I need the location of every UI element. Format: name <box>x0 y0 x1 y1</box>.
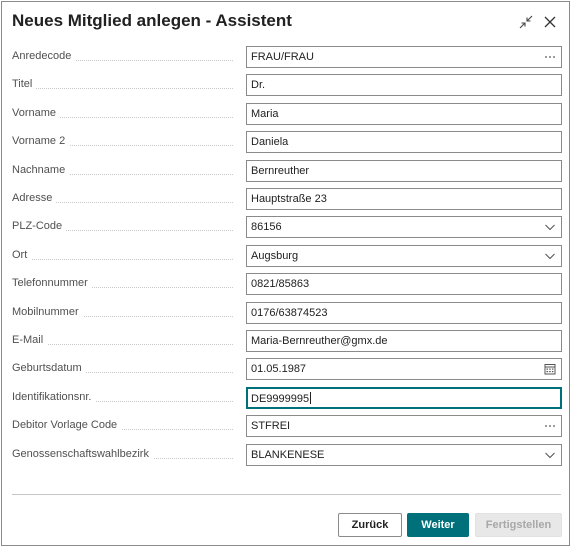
field-input-identnr[interactable]: DE9999995 <box>246 387 562 409</box>
field-value: DE9999995 <box>251 393 310 405</box>
field-input-debitor[interactable]: STFREI <box>246 415 562 437</box>
field-label-mobil: Mobilnummer <box>12 306 237 322</box>
wizard-dialog: Neues Mitglied anlegen - Assistent Anred… <box>1 1 570 546</box>
form-row-vorname2: Vorname 2 Daniela <box>2 131 571 154</box>
field-label-telefon: Telefonnummer <box>12 277 237 293</box>
field-value: 0821/85863 <box>251 278 310 290</box>
field-input-nachname[interactable]: Bernreuther <box>246 160 562 182</box>
field-label-titel: Titel <box>12 78 237 94</box>
form-row-bezirk: Genossenschaftswahlbezirk BLANKENESE <box>2 444 571 467</box>
field-input-titel[interactable]: Dr. <box>246 74 562 96</box>
field-label-debitor: Debitor Vorlage Code <box>12 419 237 435</box>
field-label-text: Vorname 2 <box>12 135 70 147</box>
chevron-down-icon[interactable] <box>544 250 556 262</box>
field-input-email[interactable]: Maria-Bernreuther@gmx.de <box>246 330 562 352</box>
field-label-text: Geburtsdatum <box>12 362 86 374</box>
field-value: 86156 <box>251 221 282 233</box>
form-row-identnr: Identifikationsnr. DE9999995 <box>2 387 571 410</box>
field-label-nachname: Nachname <box>12 164 237 180</box>
form-row-titel: Titel Dr. <box>2 74 571 97</box>
field-value: 0176/63874523 <box>251 307 328 319</box>
form-row-nachname: Nachname Bernreuther <box>2 160 571 183</box>
field-label-plz: PLZ-Code <box>12 220 237 236</box>
field-label-text: Titel <box>12 78 37 90</box>
field-input-vorname2[interactable]: Daniela <box>246 131 562 153</box>
next-button[interactable]: Weiter <box>407 513 469 537</box>
field-value: 01.05.1987 <box>251 363 307 375</box>
field-label-identnr: Identifikationsnr. <box>12 391 237 407</box>
field-label-text: Adresse <box>12 192 57 204</box>
more-options-icon[interactable] <box>544 51 556 63</box>
field-label-ort: Ort <box>12 249 237 265</box>
calendar-icon[interactable] <box>544 363 556 375</box>
field-input-vorname[interactable]: Maria <box>246 103 562 125</box>
form-row-mobil: Mobilnummer 0176/63874523 <box>2 302 571 325</box>
field-input-anredecode[interactable]: FRAU/FRAU <box>246 46 562 68</box>
chevron-down-icon[interactable] <box>544 221 556 233</box>
field-value: Hauptstraße 23 <box>251 193 327 205</box>
field-value: Dr. <box>251 79 266 91</box>
close-icon[interactable] <box>542 14 558 30</box>
field-label-email: E-Mail <box>12 334 237 350</box>
form-row-ort: Ort Augsburg <box>2 245 571 268</box>
field-label-text: E-Mail <box>12 334 48 346</box>
chevron-down-icon[interactable] <box>544 449 556 461</box>
field-label-text: Ort <box>12 249 32 261</box>
more-options-icon[interactable] <box>544 420 556 432</box>
form-row-telefon: Telefonnummer 0821/85863 <box>2 273 571 296</box>
field-label-anredecode: Anredecode <box>12 50 237 66</box>
label-leader-dots <box>12 88 233 89</box>
field-label-text: Genossenschaftswahlbezirk <box>12 448 153 460</box>
field-value: Maria <box>251 108 279 120</box>
collapse-icon[interactable] <box>518 14 534 30</box>
text-caret <box>310 392 312 404</box>
field-label-bezirk: Genossenschaftswahlbezirk <box>12 448 237 464</box>
label-leader-dots <box>12 259 233 260</box>
dialog-title: Neues Mitglied anlegen - Assistent <box>12 11 292 30</box>
back-button[interactable]: Zurück <box>338 513 402 537</box>
field-value: Daniela <box>251 136 289 148</box>
field-label-text: Telefonnummer <box>12 277 92 289</box>
form-row-adresse: Adresse Hauptstraße 23 <box>2 188 571 211</box>
field-value: STFREI <box>251 420 291 432</box>
finish-button: Fertigstellen <box>475 513 562 537</box>
footer-divider <box>12 494 561 495</box>
field-input-geburtsdatum[interactable]: 01.05.1987 <box>246 358 562 380</box>
field-input-telefon[interactable]: 0821/85863 <box>246 273 562 295</box>
form-row-email: E-Mail Maria-Bernreuther@gmx.de <box>2 330 571 353</box>
field-input-ort[interactable]: Augsburg <box>246 245 562 267</box>
field-label-text: Debitor Vorlage Code <box>12 419 122 431</box>
form-row-debitor: Debitor Vorlage Code STFREI <box>2 415 571 438</box>
field-value: Bernreuther <box>251 165 310 177</box>
field-value: Maria-Bernreuther@gmx.de <box>251 335 388 347</box>
form-row-plz: PLZ-Code 86156 <box>2 216 571 239</box>
field-label-adresse: Adresse <box>12 192 237 208</box>
field-input-bezirk[interactable]: BLANKENESE <box>246 444 562 466</box>
field-label-text: Nachname <box>12 164 70 176</box>
field-value: Augsburg <box>251 250 299 262</box>
field-label-text: Mobilnummer <box>12 306 83 318</box>
field-value: FRAU/FRAU <box>251 51 314 63</box>
field-label-geburtsdatum: Geburtsdatum <box>12 362 237 378</box>
field-label-text: Identifikationsnr. <box>12 391 96 403</box>
form-row-vorname: Vorname Maria <box>2 103 571 126</box>
field-input-mobil[interactable]: 0176/63874523 <box>246 302 562 324</box>
field-label-text: Anredecode <box>12 50 76 62</box>
field-input-adresse[interactable]: Hauptstraße 23 <box>246 188 562 210</box>
field-input-plz[interactable]: 86156 <box>246 216 562 238</box>
field-label-vorname: Vorname <box>12 107 237 123</box>
field-value: BLANKENESE <box>251 449 325 461</box>
form-row-geburtsdatum: Geburtsdatum 01.05.1987 <box>2 358 571 381</box>
field-label-vorname2: Vorname 2 <box>12 135 237 151</box>
field-label-text: Vorname <box>12 107 61 119</box>
form-row-anredecode: Anredecode FRAU/FRAU <box>2 46 571 69</box>
field-label-text: PLZ-Code <box>12 220 67 232</box>
